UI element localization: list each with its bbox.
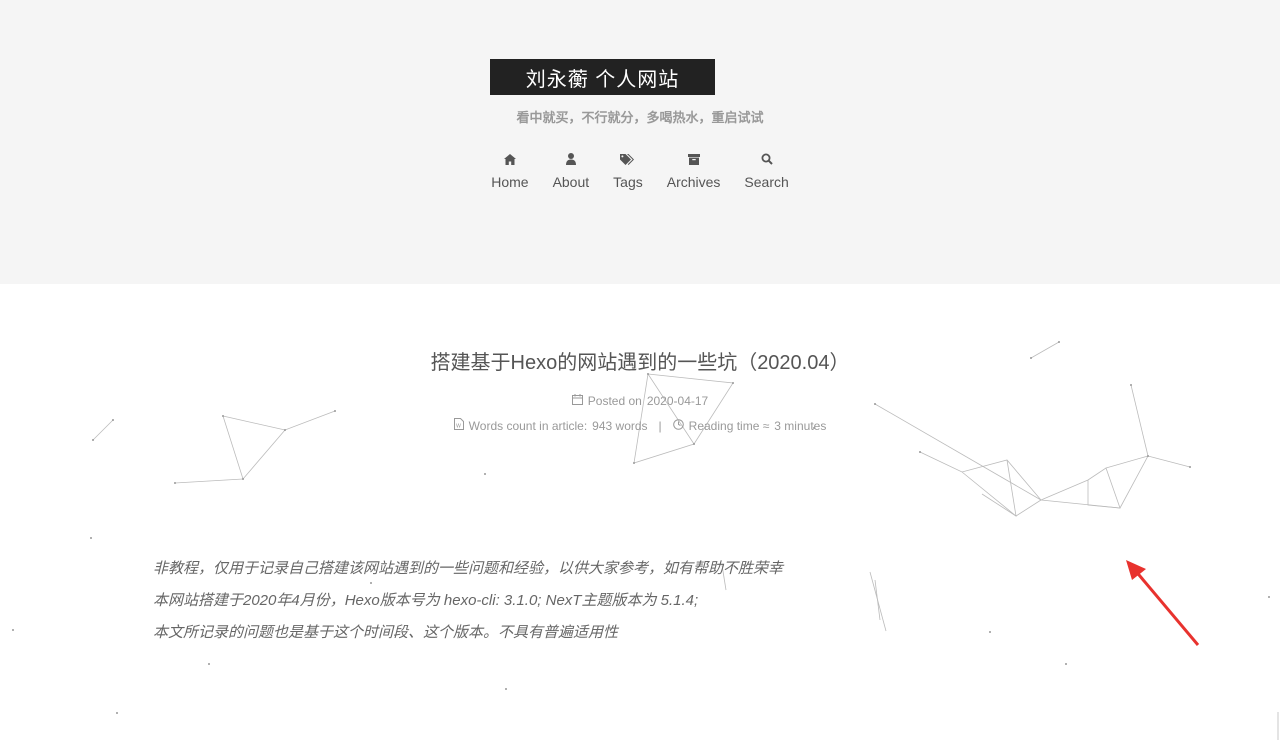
nav-item-tags[interactable]: Tags	[613, 148, 643, 190]
nav-item-search-label: Search	[744, 174, 789, 190]
red-arrow-annotation	[1126, 560, 1200, 646]
excerpt-line: 本文所记录的问题也是基于这个时间段、这个版本。不具有普遍适用性	[153, 624, 619, 641]
excerpt-line: 非教程，仅用于记录自己搭建该网站遇到的一些问题和经验，以供大家参考，如有帮助不胜…	[153, 560, 784, 577]
site-subtitle: 看中就买，不行就分，多喝热水，重启试试	[516, 110, 764, 125]
meta-separator: |	[658, 418, 662, 433]
words-count-label: Words count in article:	[468, 418, 588, 433]
nav-item-tags-label: Tags	[613, 174, 643, 190]
archive-icon	[687, 148, 700, 170]
reading-time-label: Reading time ≈	[688, 418, 770, 433]
nav-item-home[interactable]: Home	[491, 148, 529, 190]
nav-item-archives-label: Archives	[666, 174, 721, 190]
site-header: 刘永蘅 个人网站 看中就买，不行就分，多喝热水，重启试试 Home About …	[0, 0, 1280, 284]
nav-item-about-label: About	[552, 174, 590, 190]
calendar-icon	[571, 394, 583, 408]
clock-icon	[672, 418, 684, 433]
post-meta-date: Posted on 2020-04-17	[0, 394, 1280, 408]
reading-time-value: 3 minutes	[774, 418, 827, 433]
nav-item-search[interactable]: Search	[744, 148, 789, 190]
nav-item-home-label: Home	[491, 174, 529, 190]
site-title[interactable]: 刘永蘅 个人网站	[490, 59, 715, 95]
post-title[interactable]: 搭建基于Hexo的网站遇到的一些坑（2020.04）	[0, 346, 1280, 375]
search-icon	[761, 148, 773, 170]
main-nav: Home About Tags Archives Search	[0, 148, 1280, 190]
excerpt-line: 本网站搭建于2020年4月份，Hexo版本号为 hexo-cli: 3.1.0;…	[153, 592, 699, 609]
site-title-text[interactable]: 刘永蘅 个人网站	[526, 63, 680, 92]
file-word-icon: W	[453, 418, 464, 433]
tags-icon	[620, 148, 635, 170]
words-count-value: 943 words	[592, 418, 648, 433]
post-excerpt: 非教程，仅用于记录自己搭建该网站遇到的一些问题和经验，以供大家参考，如有帮助不胜…	[153, 553, 953, 649]
user-icon	[565, 148, 576, 170]
home-icon	[503, 148, 516, 170]
post-meta-stats: W Words count in article: 943 words | Re…	[0, 418, 1280, 433]
posted-on-label: Posted on	[587, 394, 642, 408]
nav-item-about[interactable]: About	[552, 148, 590, 190]
nav-item-archives[interactable]: Archives	[666, 148, 721, 190]
svg-text:W: W	[456, 424, 461, 430]
posted-on-date: 2020-04-17	[646, 394, 709, 408]
